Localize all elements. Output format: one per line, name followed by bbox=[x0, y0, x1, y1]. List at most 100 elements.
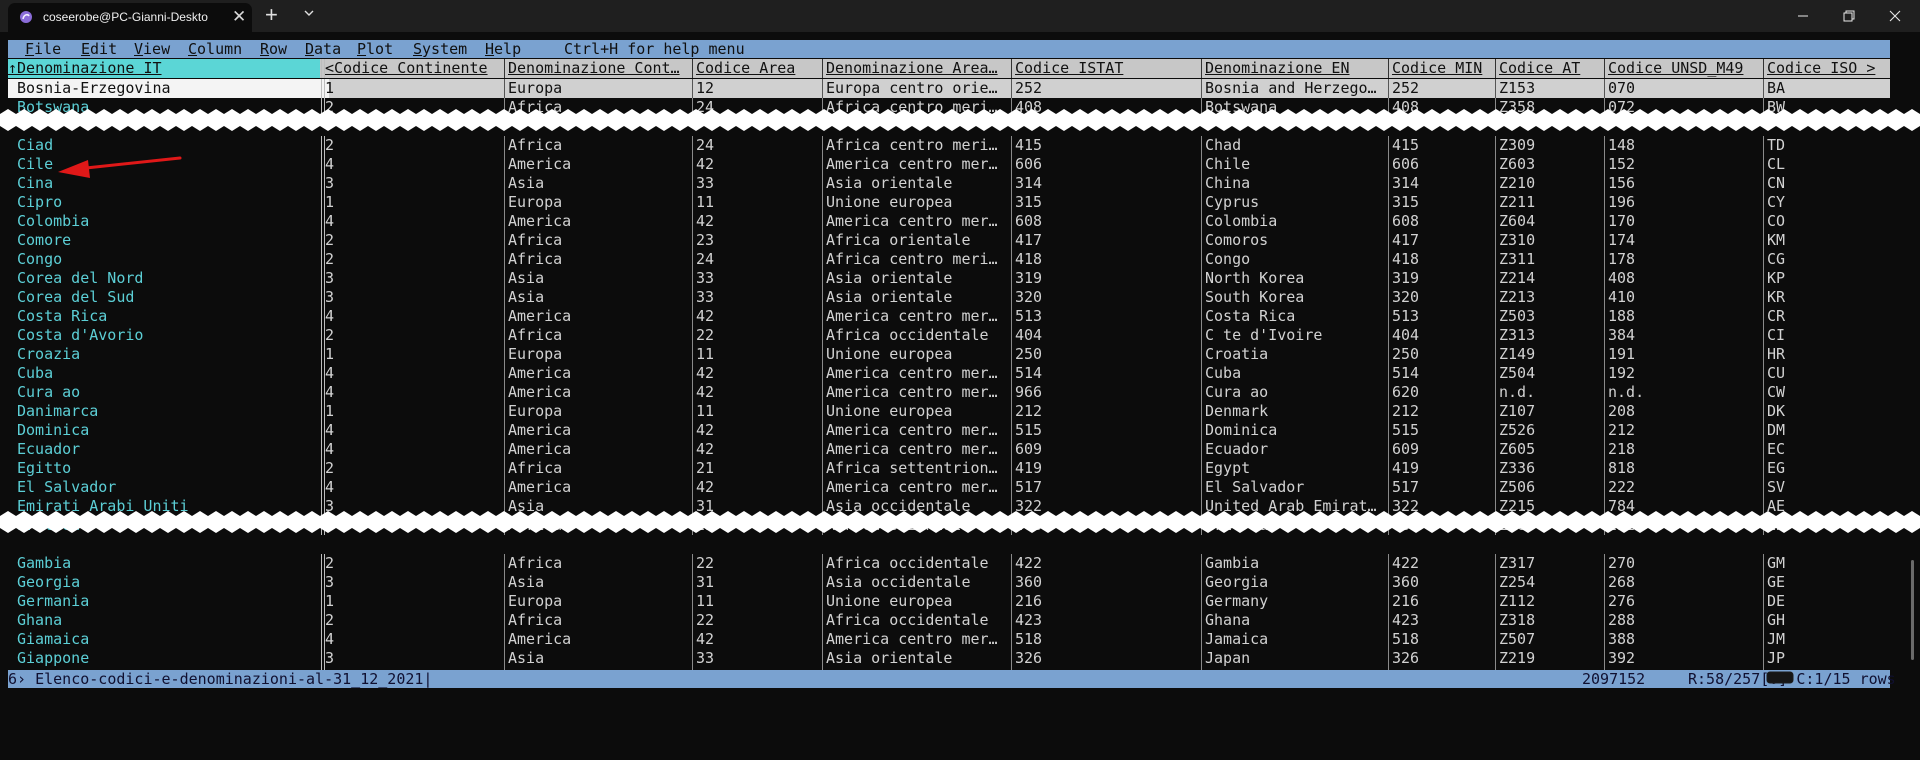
column-separator bbox=[1763, 383, 1764, 402]
table-row[interactable]: Cipro 1 Europa 11 Unione europea 315 Cyprus 315… bbox=[8, 193, 1890, 212]
column-separator bbox=[321, 611, 325, 630]
terminal-area[interactable]: File Edit View Column Row Data Plot System Help C… bbox=[0, 32, 1920, 711]
table-row[interactable]: Cina 3 Asia 33 Asia orientale 314 China 314 Z210… bbox=[8, 174, 1890, 193]
column-separator bbox=[692, 611, 693, 630]
table-cell: 11 bbox=[696, 345, 715, 363]
menu-hotkey: R bbox=[260, 40, 270, 58]
menu-view[interactable]: View bbox=[134, 40, 170, 58]
column-separator bbox=[1763, 573, 1764, 592]
menu-help[interactable]: Help bbox=[485, 40, 521, 58]
table-row[interactable]: Croazia 1 Europa 11 Unione europea 250 Croatia… bbox=[8, 345, 1890, 364]
menu-data[interactable]: Data bbox=[305, 40, 341, 58]
table-cell: 608 bbox=[1392, 212, 1420, 230]
column-separator bbox=[692, 573, 693, 592]
column-separator bbox=[822, 79, 823, 98]
menu-row[interactable]: Row bbox=[260, 40, 287, 58]
table-cell: Europa centro orie… bbox=[826, 79, 998, 97]
table-row[interactable]: Corea del Sud 3 Asia 33 Asia orientale 320 Sou… bbox=[8, 288, 1890, 307]
table-row[interactable]: Egitto 2 Africa 21 Africa settentrion… 419 Egy… bbox=[8, 459, 1890, 478]
column-separator bbox=[1604, 554, 1605, 573]
column-header-0[interactable]: ↑Denominazione IT bbox=[8, 59, 320, 78]
column-header-10[interactable]: Codice ISO > bbox=[1767, 59, 1890, 78]
tab-dropdown-icon[interactable] bbox=[302, 6, 316, 20]
table-cell: 42 bbox=[696, 364, 715, 382]
table-row[interactable]: Costa Rica 4 America 42 America centro mer… 5… bbox=[8, 307, 1890, 326]
column-separator bbox=[1604, 250, 1605, 269]
table-cell: 156 bbox=[1608, 174, 1636, 192]
table-row[interactable]: Bosnia-Erzegovina 1 Europa 12 Europa centro … bbox=[8, 79, 1890, 98]
maximize-button[interactable] bbox=[1826, 0, 1872, 32]
menu-edit[interactable]: Edit bbox=[81, 40, 117, 58]
table-row[interactable]: Comore 2 Africa 23 Africa orientale 417 Comoro… bbox=[8, 231, 1890, 250]
table-cell: Comore bbox=[17, 231, 72, 249]
column-separator bbox=[692, 421, 693, 440]
table-cell: 423 bbox=[1015, 611, 1043, 629]
table-row[interactable]: Costa d'Avorio 2 Africa 22 Africa occidental… bbox=[8, 326, 1890, 345]
column-header-8[interactable]: Codice AT bbox=[1499, 59, 1603, 78]
table-row[interactable]: Dominica 4 America 42 America centro mer… 515… bbox=[8, 421, 1890, 440]
scrollbar[interactable] bbox=[1911, 560, 1914, 660]
table-row[interactable]: Danimarca 1 Europa 11 Unione europea 212 Denma… bbox=[8, 402, 1890, 421]
table-row[interactable]: Cile 4 America 42 America centro mer… 606 Chil… bbox=[8, 155, 1890, 174]
table-row[interactable]: Corea del Nord 3 Asia 33 Asia orientale 319 No… bbox=[8, 269, 1890, 288]
menu-file[interactable]: File bbox=[25, 40, 61, 58]
column-separator bbox=[504, 421, 505, 440]
column-separator bbox=[822, 212, 823, 231]
table-row[interactable]: El Salvador 4 America 42 America centro mer…… bbox=[8, 478, 1890, 497]
table-cell: BA bbox=[1767, 79, 1786, 97]
column-separator bbox=[822, 307, 823, 326]
table-cell: Z506 bbox=[1499, 478, 1536, 496]
column-separator bbox=[1495, 193, 1496, 212]
column-header-1[interactable]: <Codice Continente bbox=[325, 59, 505, 78]
column-header-5[interactable]: Codice ISTAT bbox=[1015, 59, 1200, 78]
table-row[interactable]: Giamaica 4 America 42 America centro mer… 518… bbox=[8, 630, 1890, 649]
table-row[interactable]: Ecuador 4 America 42 America centro mer… 609 E… bbox=[8, 440, 1890, 459]
table-cell: CU bbox=[1767, 364, 1786, 382]
table-cell: 609 bbox=[1392, 440, 1420, 458]
table-row[interactable]: Germania 1 Europa 11 Unione europea 216 German… bbox=[8, 592, 1890, 611]
table-cell: Africa settentrion… bbox=[826, 459, 998, 477]
column-header-7[interactable]: Codice MIN bbox=[1392, 59, 1495, 78]
table-cell: KM bbox=[1767, 231, 1786, 249]
table-cell: Asia occidentale bbox=[826, 573, 971, 591]
table-row[interactable]: Congo 2 Africa 24 Africa centro meri… 418 Cong… bbox=[8, 250, 1890, 269]
table-row[interactable]: Gambia 2 Africa 22 Africa occidentale 422 Gamb… bbox=[8, 554, 1890, 573]
table-row[interactable]: Colombia 4 America 42 America centro mer… 608… bbox=[8, 212, 1890, 231]
table-row[interactable]: Georgia 3 Asia 31 Asia occidentale 360 Georgia… bbox=[8, 573, 1890, 592]
column-header-9[interactable]: Codice UNSD_M49 bbox=[1608, 59, 1762, 78]
column-separator bbox=[822, 554, 823, 573]
close-button[interactable] bbox=[1872, 0, 1918, 32]
table-row[interactable]: Ciad 2 Africa 24 Africa centro meri… 415 Chad 4… bbox=[8, 136, 1890, 155]
table-row[interactable]: Giappone 3 Asia 33 Asia orientale 326 Japan 326… bbox=[8, 649, 1890, 668]
column-separator bbox=[1604, 478, 1605, 497]
table-cell: Congo bbox=[17, 250, 63, 268]
column-separator bbox=[1604, 364, 1605, 383]
column-separator bbox=[1763, 440, 1764, 459]
table-cell: 320 bbox=[1392, 288, 1420, 306]
column-separator bbox=[1763, 250, 1764, 269]
terminal-tab[interactable]: coseerobe@PC-Gianni-Deskto ✕ bbox=[8, 3, 252, 32]
column-separator bbox=[1011, 193, 1012, 212]
table-row[interactable]: Cura ao 4 America 42 America centro mer… 966 C… bbox=[8, 383, 1890, 402]
new-tab-button[interactable]: + bbox=[265, 2, 278, 28]
table-row[interactable]: Cuba 4 America 42 America centro mer… 514 Cuba… bbox=[8, 364, 1890, 383]
menu-column[interactable]: Column bbox=[188, 40, 242, 58]
column-header-6[interactable]: Denominazione EN bbox=[1205, 59, 1388, 78]
column-separator bbox=[1604, 573, 1605, 592]
table-cell: Ghana bbox=[1205, 611, 1251, 629]
tab-close-button[interactable]: ✕ bbox=[232, 7, 246, 27]
column-separator bbox=[1011, 421, 1012, 440]
column-header-3[interactable]: Codice Area bbox=[696, 59, 821, 78]
minimize-button[interactable] bbox=[1780, 0, 1826, 32]
menu-system[interactable]: System bbox=[413, 40, 467, 58]
column-separator bbox=[1388, 174, 1389, 193]
menu-plot[interactable]: Plot bbox=[357, 40, 393, 58]
table-row[interactable]: Ghana 2 Africa 22 Africa occidentale 423 Ghana… bbox=[8, 611, 1890, 630]
column-separator bbox=[1201, 269, 1202, 288]
column-header-4[interactable]: Denominazione Area… bbox=[826, 59, 1011, 78]
table-cell: Africa occidentale bbox=[826, 326, 989, 344]
column-separator bbox=[321, 326, 325, 345]
table-cell: JP bbox=[1767, 649, 1786, 667]
column-separator bbox=[1011, 573, 1012, 592]
column-header-2[interactable]: Denominazione Cont… bbox=[508, 59, 691, 78]
